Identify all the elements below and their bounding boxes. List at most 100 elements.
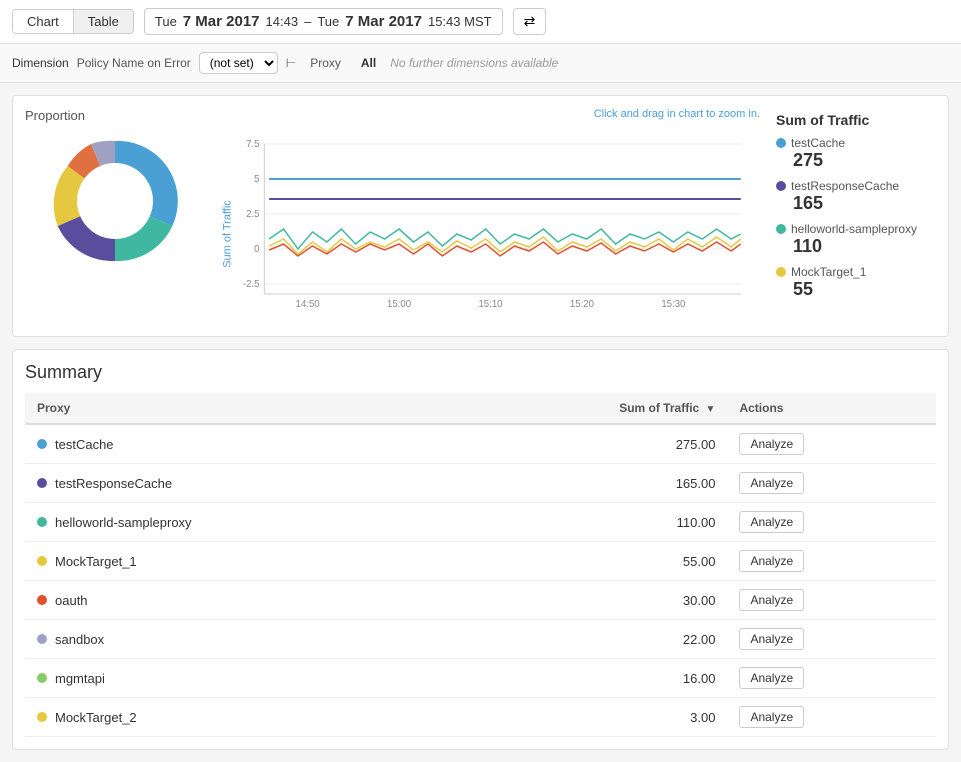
zoom-hint: Click and drag in chart to zoom in. xyxy=(594,108,760,120)
chart-section: Proportion xyxy=(12,95,949,337)
legend-name-3: MockTarget_1 xyxy=(776,265,936,279)
table-row: mgmtapi 16.00 Analyze xyxy=(25,659,936,698)
proxy-cell-5: sandbox xyxy=(25,620,445,659)
svg-text:7.5: 7.5 xyxy=(246,139,260,150)
legend-item-2: helloworld-sampleproxy 110 xyxy=(776,222,936,257)
actions-cell-7: Analyze xyxy=(727,698,936,737)
table-row: helloworld-sampleproxy 110.00 Analyze xyxy=(25,503,936,542)
table-row: testCache 275.00 Analyze xyxy=(25,424,936,464)
table-tab[interactable]: Table xyxy=(74,10,133,33)
actions-cell-5: Analyze xyxy=(727,620,936,659)
svg-text:15:00: 15:00 xyxy=(387,299,412,310)
date-value1: 7 Mar 2017 xyxy=(183,13,260,30)
svg-text:15:20: 15:20 xyxy=(570,299,595,310)
proxy-name-4: oauth xyxy=(55,593,88,608)
table-row: MockTarget_1 55.00 Analyze xyxy=(25,542,936,581)
svg-text:2.5: 2.5 xyxy=(246,209,260,220)
proxy-dot-5 xyxy=(37,634,47,644)
proxy-cell-6: mgmtapi xyxy=(25,659,445,698)
legend-item-0: testCache 275 xyxy=(776,136,936,171)
actions-cell-2: Analyze xyxy=(727,503,936,542)
top-bar: Chart Table Tue 7 Mar 2017 14:43 – Tue 7… xyxy=(0,0,961,44)
legend-item-1: testResponseCache 165 xyxy=(776,179,936,214)
legend-dot-2 xyxy=(776,224,786,234)
date-time2: 15:43 MST xyxy=(428,14,492,29)
date-range-picker[interactable]: Tue 7 Mar 2017 14:43 – Tue 7 Mar 2017 15… xyxy=(144,8,503,35)
proxy-name-0: testCache xyxy=(55,437,114,452)
date-day1: Tue xyxy=(155,14,177,29)
summary-title: Summary xyxy=(25,362,936,383)
proxy-name-6: mgmtapi xyxy=(55,671,105,686)
svg-text:0: 0 xyxy=(254,244,260,255)
analyze-button-7[interactable]: Analyze xyxy=(739,706,804,728)
legend-value-3: 55 xyxy=(776,279,936,300)
svg-text:-2.5: -2.5 xyxy=(243,279,260,290)
summary-section: Summary Proxy Sum of Traffic ▼ Actions t… xyxy=(12,349,949,750)
refresh-button[interactable]: ⇄ xyxy=(513,8,547,35)
table-row: sandbox 22.00 Analyze xyxy=(25,620,936,659)
proxy-dot-6 xyxy=(37,673,47,683)
svg-text:5: 5 xyxy=(254,174,260,185)
table-row: oauth 30.00 Analyze xyxy=(25,581,936,620)
analyze-button-3[interactable]: Analyze xyxy=(739,550,804,572)
proxy-dot-1 xyxy=(37,478,47,488)
svg-text:Sum of Traffic: Sum of Traffic xyxy=(222,200,234,268)
table-header-row: Proxy Sum of Traffic ▼ Actions xyxy=(25,393,936,424)
legend-title: Sum of Traffic xyxy=(776,112,936,128)
legend-name-0: testCache xyxy=(776,136,936,150)
analyze-button-4[interactable]: Analyze xyxy=(739,589,804,611)
traffic-value-1: 165.00 xyxy=(445,464,728,503)
legend-value-0: 275 xyxy=(776,150,936,171)
not-set-select[interactable]: (not set) xyxy=(199,52,278,74)
analyze-button-2[interactable]: Analyze xyxy=(739,511,804,533)
legend-value-2: 110 xyxy=(776,236,936,257)
svg-text:15:30: 15:30 xyxy=(661,299,686,310)
view-tab-group: Chart Table xyxy=(12,9,134,34)
col-traffic[interactable]: Sum of Traffic ▼ xyxy=(445,393,728,424)
proportion-area: Proportion xyxy=(25,108,205,324)
actions-cell-4: Analyze xyxy=(727,581,936,620)
donut-chart xyxy=(45,131,185,271)
legend-area: Sum of Traffic testCache 275 testRespons… xyxy=(776,108,936,324)
no-dimensions-text: No further dimensions available xyxy=(390,56,558,70)
col-proxy: Proxy xyxy=(25,393,445,424)
actions-cell-1: Analyze xyxy=(727,464,936,503)
line-chart-canvas[interactable]: Sum of Traffic 7.5 5 2.5 0 -2.5 xyxy=(221,124,760,324)
date-value2: 7 Mar 2017 xyxy=(345,13,422,30)
sort-icon: ▼ xyxy=(706,404,716,415)
proxy-dot-4 xyxy=(37,595,47,605)
analyze-button-0[interactable]: Analyze xyxy=(739,433,804,455)
proxy-filter-link[interactable]: Proxy xyxy=(304,54,347,72)
actions-cell-3: Analyze xyxy=(727,542,936,581)
legend-dot-0 xyxy=(776,138,786,148)
legend-dot-3 xyxy=(776,267,786,277)
analyze-button-6[interactable]: Analyze xyxy=(739,667,804,689)
dimension-label: Dimension xyxy=(12,56,69,70)
all-filter-link[interactable]: All xyxy=(355,54,382,72)
analyze-button-1[interactable]: Analyze xyxy=(739,472,804,494)
legend-value-1: 165 xyxy=(776,193,936,214)
legend-name-1: testResponseCache xyxy=(776,179,936,193)
chart-tab[interactable]: Chart xyxy=(13,10,74,33)
svg-text:15:10: 15:10 xyxy=(478,299,503,310)
proxy-dot-3 xyxy=(37,556,47,566)
date-time1: 14:43 xyxy=(266,14,299,29)
proxy-name-2: helloworld-sampleproxy xyxy=(55,515,192,530)
filter-bar: Dimension Policy Name on Error (not set)… xyxy=(0,44,961,83)
actions-cell-0: Analyze xyxy=(727,424,936,464)
traffic-value-5: 22.00 xyxy=(445,620,728,659)
proxy-name-1: testResponseCache xyxy=(55,476,172,491)
legend-dot-1 xyxy=(776,181,786,191)
proxy-cell-4: oauth xyxy=(25,581,445,620)
traffic-value-7: 3.00 xyxy=(445,698,728,737)
policy-name-filter: Policy Name on Error xyxy=(77,56,191,70)
legend-name-2: helloworld-sampleproxy xyxy=(776,222,936,236)
proportion-title: Proportion xyxy=(25,108,205,123)
proxy-cell-3: MockTarget_1 xyxy=(25,542,445,581)
proxy-dot-2 xyxy=(37,517,47,527)
proxy-name-5: sandbox xyxy=(55,632,104,647)
proxy-cell-0: testCache xyxy=(25,424,445,464)
proxy-cell-7: MockTarget_2 xyxy=(25,698,445,737)
proxy-name-3: MockTarget_1 xyxy=(55,554,137,569)
filter-separator-icon: ⊢ xyxy=(286,56,296,70)
